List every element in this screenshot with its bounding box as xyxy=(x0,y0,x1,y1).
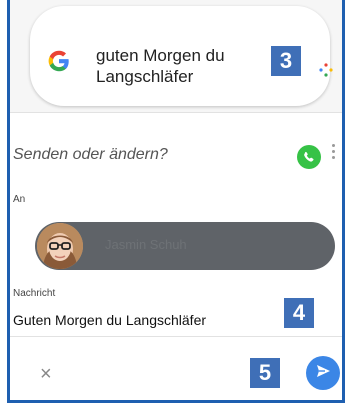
recipient-name: Jasmin Schuh xyxy=(105,237,187,252)
search-card[interactable]: guten Morgen du Langschläfer 3 xyxy=(30,6,333,106)
google-g-icon xyxy=(46,48,72,79)
step-badge-3: 3 xyxy=(271,46,301,76)
send-button[interactable] xyxy=(306,356,340,390)
search-card-area: guten Morgen du Langschläfer 3 xyxy=(10,0,342,112)
message-divider xyxy=(10,336,342,337)
close-icon[interactable]: × xyxy=(40,364,52,384)
step-badge-5: 5 xyxy=(250,358,280,388)
search-query-text[interactable]: guten Morgen du Langschläfer xyxy=(96,45,256,87)
avatar xyxy=(37,223,83,269)
message-text[interactable]: Guten Morgen du Langschläfer xyxy=(13,312,206,328)
assistant-screen: guten Morgen du Langschläfer 3 Senden od… xyxy=(7,0,345,403)
send-arrow-icon xyxy=(314,362,332,385)
recipient-chip[interactable]: Jasmin Schuh xyxy=(35,222,335,270)
whatsapp-icon xyxy=(296,144,322,175)
send-or-edit-prompt: Senden oder ändern? xyxy=(13,146,168,163)
step-badge-4: 4 xyxy=(284,298,314,328)
section-divider xyxy=(10,112,342,113)
recipient-label: An xyxy=(13,194,26,205)
more-options-icon[interactable] xyxy=(332,144,335,162)
message-label: Nachricht xyxy=(13,288,56,299)
google-assistant-dots-icon[interactable] xyxy=(318,62,334,83)
